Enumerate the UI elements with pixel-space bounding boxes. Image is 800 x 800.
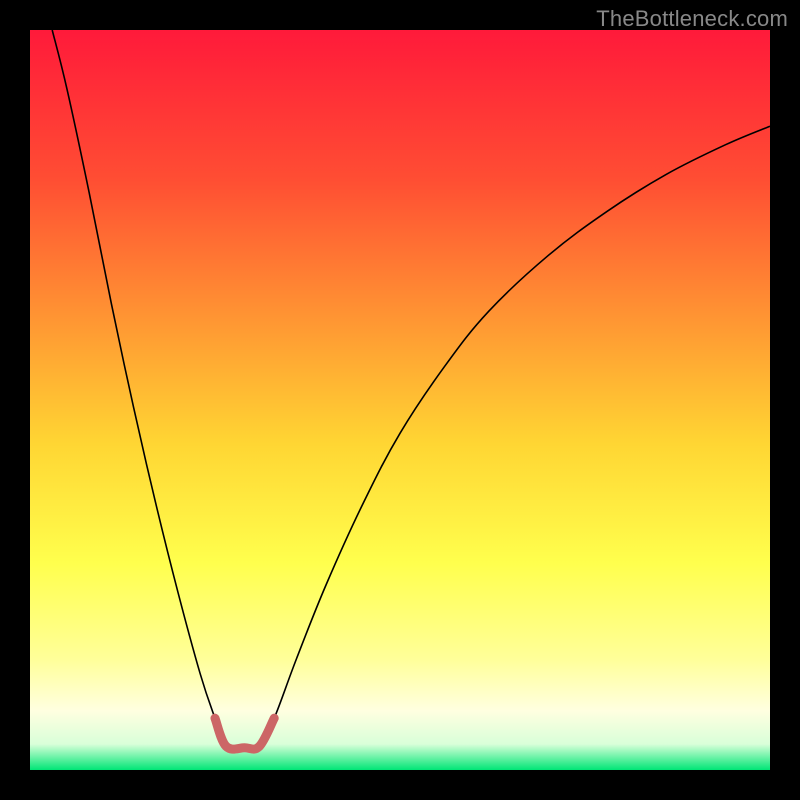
plot-area bbox=[30, 30, 770, 770]
gradient-background bbox=[30, 30, 770, 770]
watermark-text: TheBottleneck.com bbox=[596, 6, 788, 32]
chart-svg bbox=[30, 30, 770, 770]
chart-frame: TheBottleneck.com bbox=[0, 0, 800, 800]
